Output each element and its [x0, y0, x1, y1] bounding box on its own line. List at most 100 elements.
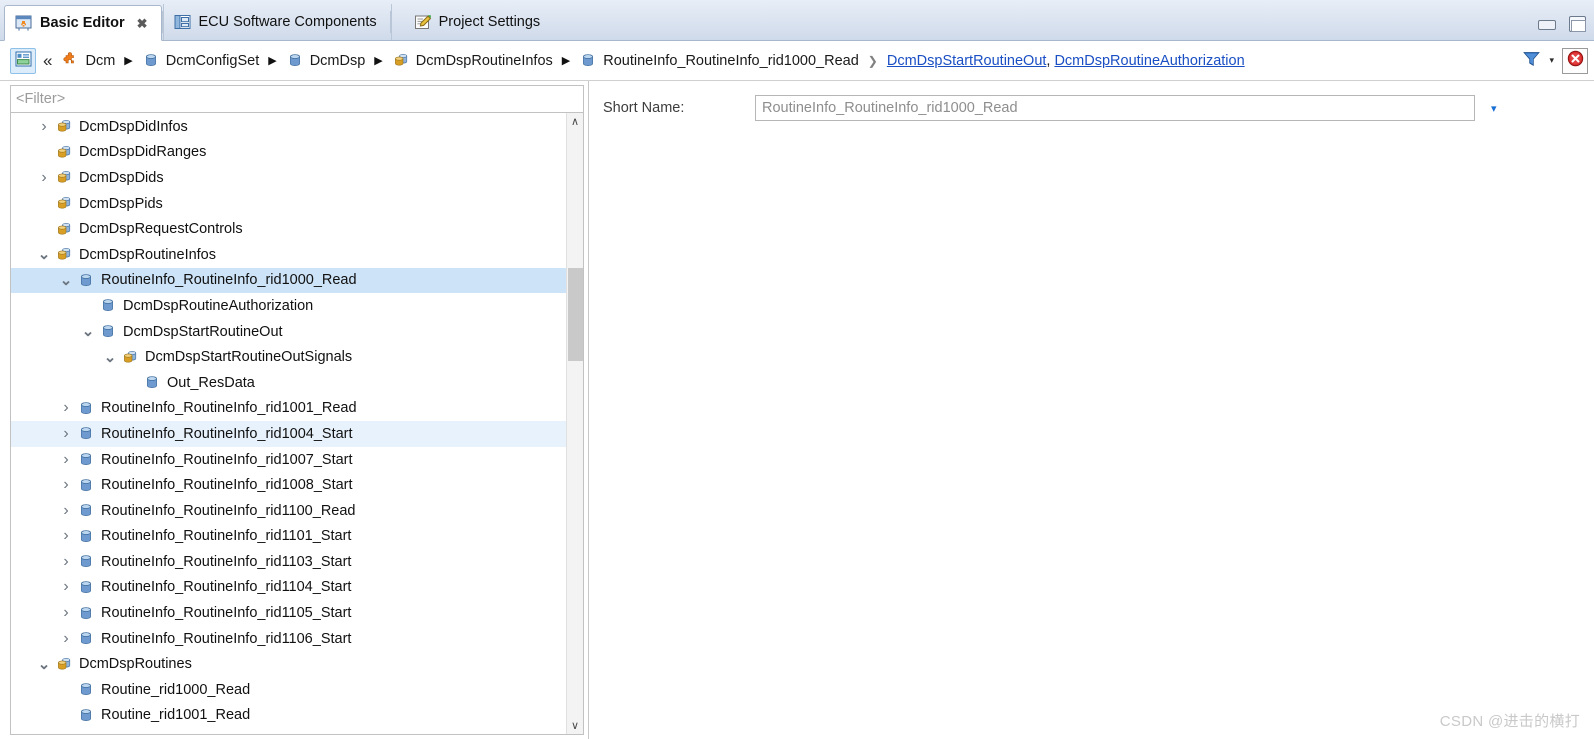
tree-row[interactable]: › DcmDspDidInfos: [11, 114, 566, 140]
tree-row-label: Routine_rid1000_Read: [101, 681, 251, 698]
chevron-right-icon[interactable]: ›: [55, 477, 77, 493]
tab-ecu-software-components[interactable]: ECU Software Components: [162, 4, 390, 40]
chevron-down-icon[interactable]: ⌄: [99, 350, 121, 365]
model-tree[interactable]: › DcmDspDidInfos DcmDspDidRanges › DcmDsp…: [11, 113, 566, 734]
minimize-button[interactable]: [1537, 16, 1556, 32]
chevron-right-icon[interactable]: ›: [55, 400, 77, 416]
breadcrumb: « Dcm ▶ DcmConfigSet ▶ DcmDsp ▶ DcmDspRo…: [0, 41, 1594, 81]
container-icon: [77, 272, 95, 289]
breadcrumb-label: DcmDspRoutineInfos: [415, 52, 553, 69]
chevron-right-icon[interactable]: ›: [55, 605, 77, 621]
breadcrumb-item-dcmdsp[interactable]: DcmDsp: [286, 52, 365, 69]
tree-row[interactable]: ⌄ DcmDspRoutines: [11, 651, 566, 677]
tree-row[interactable]: ⌄ DcmDspStartRoutineOutSignals: [11, 344, 566, 370]
container-icon: [77, 630, 95, 647]
breadcrumb-link-dcmdspstartroutineout[interactable]: DcmDspStartRoutineOut: [887, 53, 1047, 69]
tree-row[interactable]: › RoutineInfo_RoutineInfo_rid1106_Start: [11, 626, 566, 652]
tree-row-label: RoutineInfo_RoutineInfo_rid1100_Read: [101, 502, 356, 519]
tree-row[interactable]: ⌄ RoutineInfo_RoutineInfo_rid1000_Read: [11, 267, 566, 294]
tab-project-settings[interactable]: Project Settings: [390, 4, 554, 40]
short-name-input[interactable]: RoutineInfo_RoutineInfo_rid1000_Read: [755, 95, 1475, 121]
tree-vertical-scrollbar[interactable]: ∧ ∨: [566, 113, 583, 734]
scroll-up-icon[interactable]: ∧: [567, 113, 583, 130]
tree-row-label: RoutineInfo_RoutineInfo_rid1106_Start: [101, 630, 352, 647]
chevron-right-icon[interactable]: ›: [55, 425, 77, 442]
container-icon: [579, 52, 597, 69]
breadcrumb-separator-icon: ▶: [268, 55, 277, 67]
breadcrumb-toolbar: ▾: [1504, 47, 1588, 74]
container-icon: [99, 297, 117, 314]
tab-basic-editor[interactable]: Basic Editor ✖: [4, 5, 162, 41]
container-list-icon: [392, 52, 410, 69]
tree-row[interactable]: ⌄ DcmDspStartRoutineOut: [11, 319, 566, 345]
container-icon: [77, 477, 95, 494]
tree-row[interactable]: › RoutineInfo_RoutineInfo_rid1008_Start: [11, 472, 566, 498]
tree-row[interactable]: DcmDspPids: [11, 191, 566, 217]
tree-row[interactable]: › RoutineInfo_RoutineInfo_rid1100_Read: [11, 498, 566, 524]
short-name-dropdown-icon[interactable]: ▾: [1491, 102, 1497, 115]
breadcrumb-reference-links: DcmDspStartRoutineOut , DcmDspRoutineAut…: [887, 53, 1245, 69]
container-list-icon: [121, 349, 139, 366]
chevron-right-icon[interactable]: ›: [55, 451, 77, 468]
breadcrumb-separator-icon: ▶: [561, 55, 571, 67]
short-name-label: Short Name:: [603, 100, 685, 116]
chevron-right-icon[interactable]: ›: [55, 553, 77, 570]
tree-row[interactable]: Routine_rid1000_Read: [11, 677, 566, 703]
breadcrumb-thin-separator-icon: ❯: [867, 53, 878, 68]
breadcrumb-link-dcmdsproutineauthorization[interactable]: DcmDspRoutineAuthorization: [1054, 53, 1244, 69]
tree-row[interactable]: › RoutineInfo_RoutineInfo_rid1103_Start: [11, 549, 566, 575]
short-name-value: RoutineInfo_RoutineInfo_rid1000_Read: [762, 100, 1018, 116]
tree-row[interactable]: › RoutineInfo_RoutineInfo_rid1104_Start: [11, 575, 566, 601]
chevron-right-icon[interactable]: ›: [55, 502, 77, 519]
tree-container: › DcmDspDidInfos DcmDspDidRanges › DcmDsp…: [10, 113, 584, 735]
maximize-button[interactable]: [1569, 16, 1586, 32]
scroll-down-icon[interactable]: ∨: [567, 717, 583, 734]
tree-row[interactable]: › RoutineInfo_RoutineInfo_rid1105_Start: [11, 600, 566, 626]
container-icon: [77, 553, 95, 570]
tree-row-label: DcmDspStartRoutineOut: [123, 323, 283, 340]
chevron-right-icon[interactable]: ›: [55, 630, 77, 647]
tree-row[interactable]: ⌄ DcmDspRoutineInfos: [11, 242, 566, 268]
tree-row[interactable]: › RoutineInfo_RoutineInfo_rid1007_Start: [11, 447, 566, 473]
tree-row-label: RoutineInfo_RoutineInfo_rid1008_Start: [101, 477, 353, 494]
chevron-right-icon[interactable]: ›: [55, 528, 77, 544]
chevron-down-icon[interactable]: ▾: [1549, 55, 1554, 66]
container-list-icon: [55, 195, 73, 212]
breadcrumb-item-dcm[interactable]: Dcm: [61, 52, 115, 69]
tree-row[interactable]: Routine_rid1001_Read: [11, 703, 566, 729]
chevron-down-icon[interactable]: ⌄: [55, 273, 77, 288]
scrollbar-thumb[interactable]: [568, 268, 583, 361]
tree-row[interactable]: › RoutineInfo_RoutineInfo_rid1101_Start: [11, 524, 566, 550]
chevron-down-icon[interactable]: ⌄: [33, 247, 55, 262]
model-tree-panel: <Filter> › DcmDspDidInfos DcmDspDidRange…: [0, 81, 589, 739]
tree-row[interactable]: › RoutineInfo_RoutineInfo_rid1001_Read: [11, 396, 566, 422]
breadcrumb-item-dcmconfigset[interactable]: DcmConfigSet: [142, 52, 259, 69]
form-view-button[interactable]: [10, 47, 36, 74]
collapse-breadcrumb-icon[interactable]: «: [43, 51, 52, 71]
tree-row-label: DcmDspRoutines: [79, 656, 192, 673]
tree-row[interactable]: › RoutineInfo_RoutineInfo_rid1004_Start: [11, 421, 566, 447]
tree-row-label: RoutineInfo_RoutineInfo_rid1104_Start: [101, 579, 352, 596]
chevron-right-icon[interactable]: ›: [33, 118, 55, 135]
tree-row[interactable]: › DcmDspDids: [11, 165, 566, 191]
tree-row[interactable]: DcmDspRequestControls: [11, 216, 566, 242]
chevron-right-icon[interactable]: ›: [33, 169, 55, 186]
container-icon: [77, 707, 95, 724]
chevron-right-icon[interactable]: ›: [55, 579, 77, 595]
breadcrumb-item-dcmdsproutineinfos[interactable]: DcmDspRoutineInfos: [392, 52, 553, 69]
close-icon[interactable]: ✖: [137, 17, 148, 30]
tree-row[interactable]: Out_ResData: [11, 370, 566, 396]
tree-row-label: RoutineInfo_RoutineInfo_rid1101_Start: [101, 528, 352, 545]
tree-row[interactable]: DcmDspRoutineAuthorization: [11, 293, 566, 319]
breadcrumb-item-routineinfo-rid1000-read[interactable]: RoutineInfo_RoutineInfo_rid1000_Read: [579, 52, 859, 69]
error-button[interactable]: [1562, 47, 1588, 74]
tree-row[interactable]: DcmDspDidRanges: [11, 140, 566, 166]
tree-filter-input[interactable]: <Filter>: [10, 85, 584, 113]
chevron-down-icon[interactable]: ⌄: [77, 324, 99, 339]
filter-funnel-icon[interactable]: [1522, 50, 1541, 72]
detail-form-panel: Short Name: RoutineInfo_RoutineInfo_rid1…: [589, 81, 1594, 739]
tree-row-label: RoutineInfo_RoutineInfo_rid1105_Start: [101, 605, 352, 622]
tree-row-label: DcmDspRequestControls: [79, 221, 243, 238]
chevron-down-icon[interactable]: ⌄: [33, 657, 55, 672]
container-icon: [77, 400, 95, 417]
